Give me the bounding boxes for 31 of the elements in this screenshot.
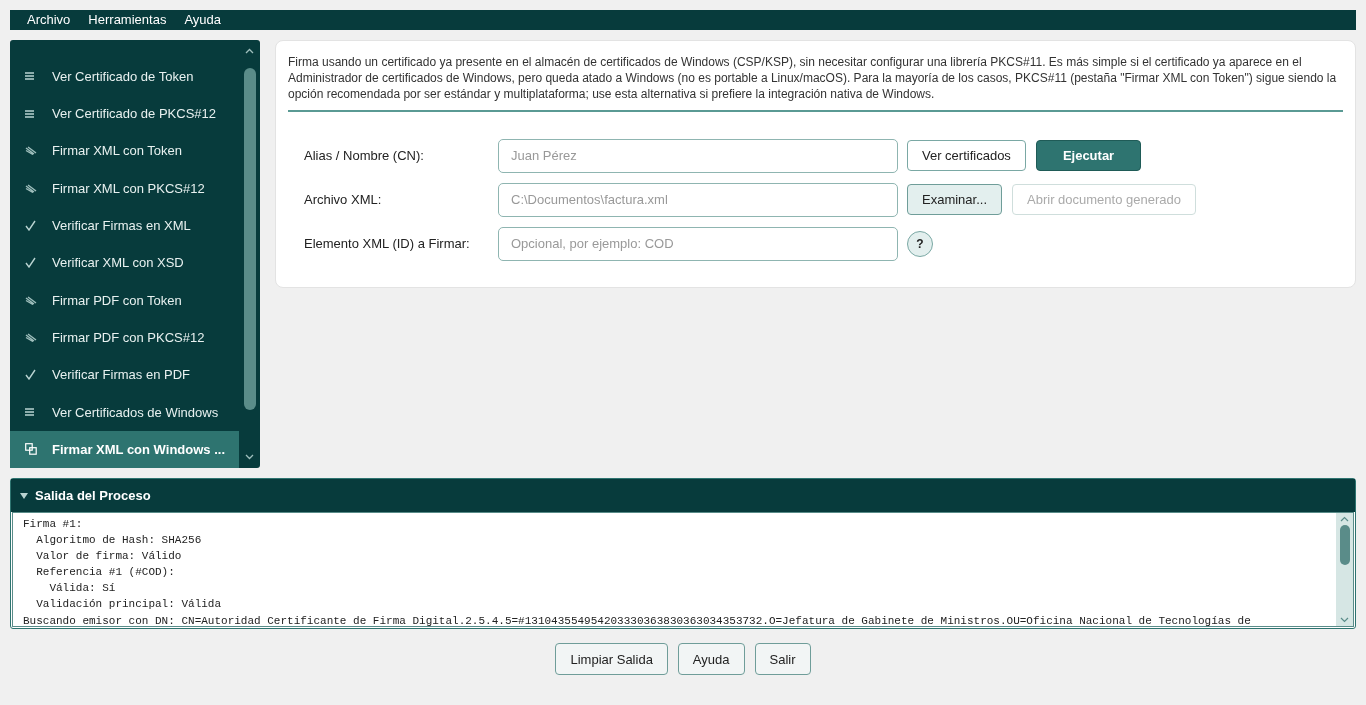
field-label: Elemento XML (ID) a Firmar: <box>304 236 471 252</box>
footer-button[interactable]: Salir <box>754 643 811 675</box>
footer-button[interactable]: Ayuda <box>677 643 745 675</box>
action-button[interactable]: Ejecutar <box>1035 140 1142 172</box>
sidebar-item[interactable]: Firmar XML con PKCS#12 <box>10 169 239 207</box>
sidebar-item[interactable]: Ver Certificado de PKCS#12 <box>10 95 239 133</box>
output-log: Firma #1: Algoritmo de Hash: SHA256 Valor de firma: Válido Referencia #1 (#COD): Válida: Sí Validación principal: Válida Buscando emisor con DN: CN=Autoridad Certificante de Firma Digital.2.5.4.5=#131043554954203330363830363034353732.O=Jefatura de Gabinete de Ministros.OU=Oficina Nacional de Tecnologías de <box>22 517 1252 626</box>
input-field[interactable]: C:\Documentos\factura.xml <box>498 182 898 217</box>
sidebar-item[interactable]: Verificar XML con XSD <box>10 244 239 282</box>
input-field[interactable]: Opcional, por ejemplo: COD <box>498 226 898 261</box>
sidebar-item[interactable]: Ver Certificado de Token <box>10 57 239 96</box>
sidebar-item[interactable]: Verificar Firmas en XML <box>10 206 239 245</box>
help-button[interactable]: ? <box>907 230 933 257</box>
sidebar-item[interactable]: Firmar XML con Windows ... <box>10 430 239 468</box>
menu-item[interactable]: Ayuda <box>175 12 231 28</box>
input-field[interactable]: Juan Pérez <box>498 138 898 173</box>
description-text: Firma usando un certificado ya presente en el almacén de certificados de Windows (CSP/KSP), sin necesitar configurar una librería PKCS#11. Es más simple si el certificado ya aparece en el Administrador de certificados de Windows, pero queda atado a Windows (no es portable a Linux/macOS). Para la mayoría de los casos, PKCS#11 (pestaña "Firmar XML con Token") sigue siendo la opción recomendada por ser estándar y multiplataforma; use esta alternativa si prefiere la integración nativa de Windows. <box>288 53 1343 112</box>
sidebar-item[interactable]: Firmar PDF con Token <box>10 281 239 319</box>
sidebar-item[interactable]: Firmar PDF con PKCS#12 <box>10 318 239 357</box>
panel-title: Salida del Proceso <box>35 488 151 503</box>
sidebar-item[interactable]: Verificar Firmas en PDF <box>10 356 239 394</box>
action-button[interactable]: Ver certificados <box>907 140 1026 172</box>
footer-button[interactable]: Limpiar Salida <box>555 643 668 675</box>
sidebar-item[interactable]: Ver Certificados de Windows <box>10 393 239 431</box>
field-label: Alias / Nombre (CN): <box>304 148 425 164</box>
menu-item[interactable]: Archivo <box>18 12 80 28</box>
field-label: Archivo XML: <box>304 192 383 208</box>
menu-item[interactable]: Herramientas <box>79 12 176 28</box>
sidebar-item[interactable]: Firmar XML con Token <box>10 132 239 170</box>
action-button[interactable]: Examinar... <box>907 184 1003 216</box>
panel-header[interactable]: Salida del Proceso <box>11 479 1355 512</box>
